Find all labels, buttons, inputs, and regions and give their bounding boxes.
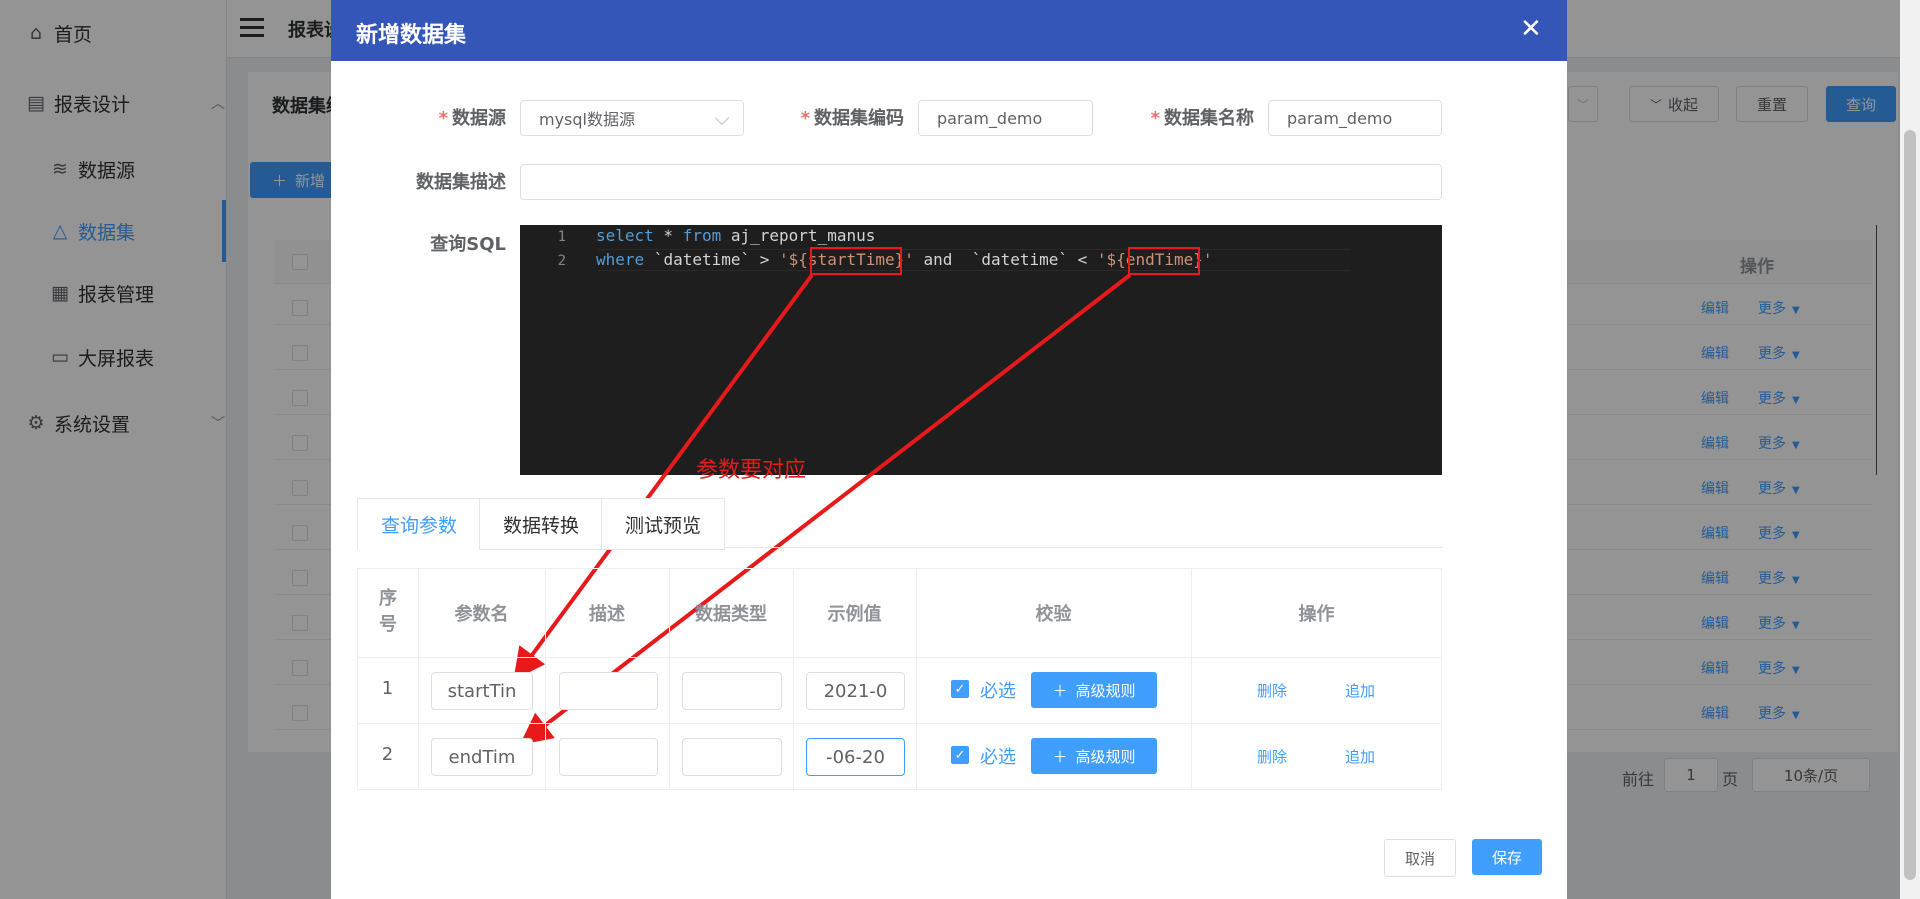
tab-test-preview[interactable]: 测试预览 xyxy=(601,498,725,550)
plus-icon: ＋ xyxy=(1052,747,1068,766)
row-1-required-checkbox[interactable]: ✓ xyxy=(951,680,969,698)
row-1-desc-input[interactable] xyxy=(559,672,658,710)
row-1-name-input[interactable]: startTin xyxy=(431,672,533,710)
column-header-op: 操作 xyxy=(1298,604,1335,625)
row-1-rule-button[interactable]: ＋ 高级规则 xyxy=(1031,672,1157,708)
annotation-text: 参数要对应 xyxy=(696,458,807,483)
row-2-required-label[interactable]: 必选 xyxy=(980,743,1016,769)
column-header-desc: 描述 xyxy=(589,604,625,625)
column-header-check: 校验 xyxy=(1035,604,1072,625)
row-2-required-checkbox[interactable]: ✓ xyxy=(951,746,969,764)
row-1-required-label[interactable]: 必选 xyxy=(980,677,1016,703)
row-2-index: 2 xyxy=(381,744,394,765)
row-2-sample-input[interactable]: -06-20 xyxy=(806,738,905,776)
row-2-desc-input[interactable] xyxy=(559,738,658,776)
tab-data-transform[interactable]: 数据转换 xyxy=(479,498,603,550)
row-1-rule-label: 高级规则 xyxy=(1075,681,1136,700)
row-1-append-link[interactable]: 追加 xyxy=(1345,680,1375,701)
row-2-rule-label: 高级规则 xyxy=(1075,747,1136,766)
row-2-name-input[interactable]: endTim xyxy=(431,738,533,776)
column-header-name: 参数名 xyxy=(454,604,509,625)
row-1-sample-input[interactable]: 2021-0 xyxy=(806,672,905,710)
tab-query-params[interactable]: 查询参数 xyxy=(357,498,481,550)
row-2-type-input[interactable] xyxy=(682,738,782,776)
row-1-delete-link[interactable]: 删除 xyxy=(1257,680,1287,701)
row-2-rule-button[interactable]: ＋ 高级规则 xyxy=(1031,738,1157,774)
save-button[interactable]: 保存 xyxy=(1472,839,1542,875)
row-2-append-link[interactable]: 追加 xyxy=(1345,746,1375,767)
row-2-delete-link[interactable]: 删除 xyxy=(1257,746,1287,767)
column-header-sample: 示例值 xyxy=(827,604,882,625)
check-icon: ✓ xyxy=(954,747,966,763)
check-icon: ✓ xyxy=(954,681,966,697)
plus-icon: ＋ xyxy=(1052,681,1068,700)
cancel-button[interactable]: 取消 xyxy=(1384,839,1456,877)
column-header-index: 序号 xyxy=(379,588,397,635)
row-1-type-input[interactable] xyxy=(682,672,782,710)
column-header-type: 数据类型 xyxy=(695,604,767,625)
row-1-index: 1 xyxy=(381,678,394,699)
